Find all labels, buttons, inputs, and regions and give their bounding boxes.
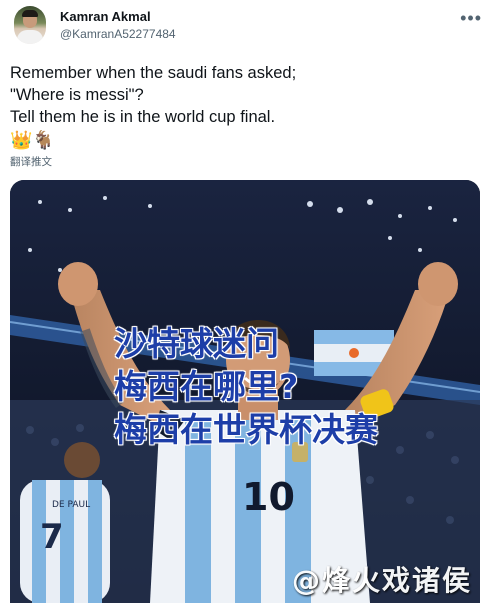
back-player-name: DE PAUL [52,500,90,510]
author-handle[interactable]: @KamranA52277484 [60,27,176,41]
more-horizontal-icon[interactable]: ••• [460,8,482,29]
watermark: @烽火戏诸侯 [291,564,472,597]
caption-line-1: 沙特球迷问 [114,324,279,363]
author-name[interactable]: Kamran Akmal [60,9,151,24]
caption-line-2: 梅西在哪里? [114,367,299,406]
goat-emoji: 🐐 [32,130,55,150]
translate-tweet-link[interactable]: 翻译推文 [10,154,52,169]
tweet-media-image[interactable]: DE PAUL 7 10 沙特球迷问 梅西在哪里? 梅西在世界杯决赛 @烽火戏诸… [10,180,480,603]
tweet-text: Remember when the saudi fans asked; "Whe… [10,64,297,126]
emoji-row: 👑🐐 [10,130,55,150]
caption-line-3: 梅西在世界杯决赛 [114,410,378,449]
tweet-header: Kamran Akmal @KamranA52277484 ••• [0,0,500,56]
avatar[interactable] [14,6,46,44]
back-jersey-number: 7 [40,517,64,557]
main-jersey-number: 10 [242,475,295,519]
crown-emoji: 👑 [10,130,33,150]
